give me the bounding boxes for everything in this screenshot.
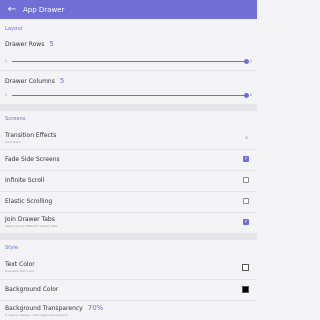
elastic-scrolling-checkbox[interactable]: ✓ bbox=[243, 198, 249, 204]
chevron-right-icon: › bbox=[245, 133, 249, 142]
infinite-scroll-label: Infinite Scroll bbox=[5, 177, 45, 184]
page-title: App Drawer bbox=[23, 5, 65, 14]
slider-fill bbox=[12, 94, 246, 96]
drawer-rows-label: Drawer Rows 5 bbox=[5, 40, 54, 48]
infinite-scroll-checkbox[interactable]: ✓ bbox=[243, 177, 249, 183]
background-transparency-setting[interactable]: Background Transparency 70% 0 means opaqu… bbox=[0, 301, 257, 320]
elastic-scrolling-setting[interactable]: Elastic Scrolling ✓ bbox=[0, 192, 257, 212]
slider-min-label: 2 bbox=[5, 59, 8, 63]
section-header-screens: Screens bbox=[5, 116, 26, 122]
drawer-rows-setting: Drawer Rows 5 2 8 bbox=[0, 40, 257, 67]
fade-side-screens-label: Fade Side Screens bbox=[5, 156, 60, 163]
drawer-rows-slider[interactable]: 2 8 bbox=[5, 58, 252, 64]
text-color-swatch[interactable] bbox=[242, 264, 249, 271]
slider-track[interactable] bbox=[12, 58, 249, 64]
section-separator bbox=[0, 104, 257, 111]
infinite-scroll-setting[interactable]: Infinite Scroll ✓ bbox=[0, 171, 257, 191]
divider bbox=[0, 70, 257, 71]
drawer-rows-value: 5 bbox=[49, 40, 54, 48]
background-color-label: Background Color bbox=[5, 286, 59, 293]
slider-track[interactable] bbox=[12, 92, 249, 98]
drawer-columns-slider[interactable]: 2 8 bbox=[5, 92, 252, 98]
join-drawer-tabs-subtitle: Swipe across different drawer tabs bbox=[5, 224, 58, 228]
slider-max-label: 8 bbox=[249, 59, 252, 63]
check-icon: ✓ bbox=[244, 219, 249, 225]
back-arrow-icon[interactable]: ← bbox=[5, 0, 19, 19]
drawer-columns-value: 5 bbox=[59, 77, 65, 85]
fade-side-screens-setting[interactable]: Fade Side Screens ✓ bbox=[0, 150, 257, 170]
background-color-swatch[interactable] bbox=[242, 286, 249, 293]
section-header-style: Style bbox=[5, 245, 19, 251]
background-transparency-subtitle: 0 means opaque; 100 means transparent bbox=[5, 313, 68, 317]
transition-effects-label: Transition Effects bbox=[5, 132, 57, 139]
background-transparency-label: Background Transparency 70% bbox=[5, 304, 103, 312]
slider-thumb[interactable] bbox=[243, 58, 249, 64]
drawer-rows-text: Drawer Rows bbox=[5, 41, 45, 48]
slider-min-label: 2 bbox=[5, 93, 8, 97]
transition-effects-subtitle: Card stack bbox=[5, 140, 21, 144]
drawer-columns-setting: Drawer Columns 5 2 8 bbox=[0, 77, 257, 104]
background-transparency-value: 70% bbox=[87, 304, 104, 312]
text-color-subtitle: Use label text color bbox=[5, 269, 35, 273]
elastic-scrolling-label: Elastic Scrolling bbox=[5, 198, 53, 205]
slider-thumb[interactable] bbox=[243, 92, 249, 98]
section-separator bbox=[0, 233, 257, 240]
app-bar: ← App Drawer bbox=[0, 0, 257, 19]
background-color-setting[interactable]: Background Color bbox=[0, 280, 257, 300]
fade-side-screens-checkbox[interactable]: ✓ bbox=[243, 156, 249, 162]
check-icon: ✓ bbox=[244, 156, 249, 162]
slider-fill bbox=[12, 60, 246, 62]
background-transparency-text: Background Transparency bbox=[5, 305, 83, 312]
section-header-layout: Layout bbox=[5, 26, 23, 32]
text-color-label: Text Color bbox=[5, 261, 35, 268]
slider-max-label: 8 bbox=[249, 93, 252, 97]
join-drawer-tabs-setting[interactable]: Join Drawer Tabs Swipe across different … bbox=[0, 213, 257, 233]
text-color-setting[interactable]: Text Color Use label text color bbox=[0, 258, 257, 278]
transition-effects-setting[interactable]: Transition Effects Card stack › bbox=[0, 128, 257, 148]
join-drawer-tabs-checkbox[interactable]: ✓ bbox=[243, 219, 249, 225]
drawer-columns-text: Drawer Columns bbox=[5, 78, 55, 85]
drawer-columns-label: Drawer Columns 5 bbox=[5, 77, 64, 85]
join-drawer-tabs-label: Join Drawer Tabs bbox=[5, 216, 55, 223]
